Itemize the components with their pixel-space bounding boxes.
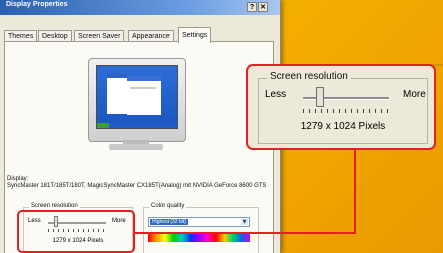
color-quality-group: Color quality Highest (32 bit) ▼	[143, 203, 259, 253]
monitor-screen	[96, 65, 178, 129]
callout-slider-thumb[interactable]	[316, 87, 324, 107]
preview-start-button	[97, 123, 109, 128]
preview-window-icon	[127, 76, 161, 115]
callout-more-label: More	[403, 89, 426, 100]
title-bar: Display Properties ? ✕	[0, 0, 280, 15]
close-button[interactable]: ✕	[258, 2, 268, 12]
screen-resolution-title: Screen resolution	[29, 203, 80, 209]
callout-group-box: Screen resolution Less More 1279 x 1024 …	[258, 71, 428, 144]
color-quality-select[interactable]: Highest (32 bit) ▼	[148, 217, 250, 227]
display-info: SyncMaster 181T/185T/180T, MagicSyncMast…	[7, 183, 267, 189]
chevron-down-icon[interactable]: ▼	[241, 219, 248, 225]
highlight-outline	[17, 210, 135, 253]
tab-settings[interactable]: Settings	[178, 27, 212, 43]
monitor-preview-icon	[88, 58, 186, 142]
monitor-base	[109, 144, 163, 150]
window-title: Display Properties	[6, 1, 68, 8]
preview-taskbar	[97, 123, 177, 128]
callout-less-label: Less	[265, 89, 287, 100]
preview-window-icon	[107, 73, 129, 114]
callout-title: Screen resolution	[267, 71, 351, 82]
connector-line	[134, 232, 356, 234]
color-quality-value: Highest (32 bit)	[150, 219, 188, 225]
zoom-callout: Screen resolution Less More 1279 x 1024 …	[246, 64, 436, 150]
color-quality-title: Color quality	[149, 203, 187, 209]
display-label: Display:	[7, 176, 29, 182]
callout-resolution-value: 1279 x 1024 Pixels	[300, 121, 386, 132]
callout-slider-ticks	[303, 109, 389, 113]
help-button[interactable]: ?	[247, 2, 257, 12]
connector-line	[354, 147, 356, 234]
